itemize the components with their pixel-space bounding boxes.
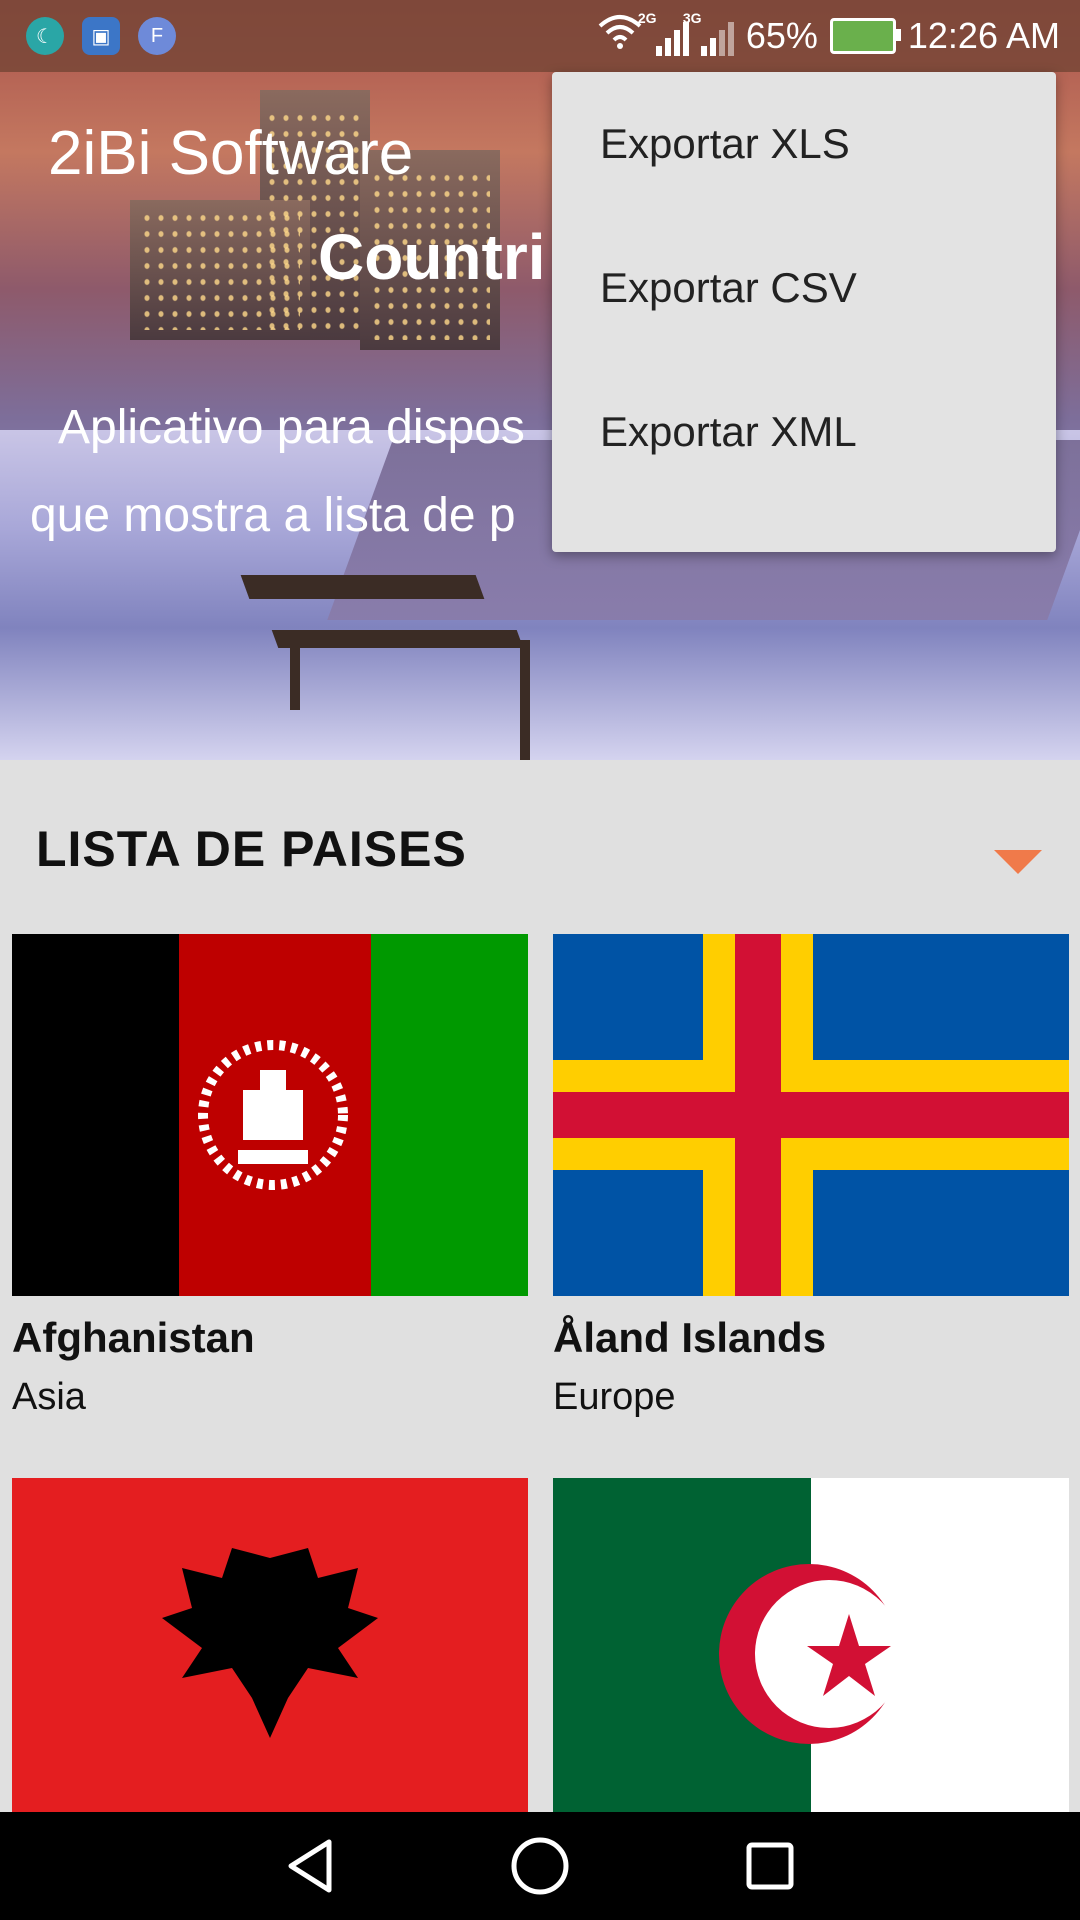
- section-title: LISTA DE PAISES: [36, 821, 467, 877]
- back-icon[interactable]: [280, 1836, 340, 1896]
- eagle-icon: [162, 1548, 378, 1738]
- menu-item-export-xml[interactable]: Exportar XML: [552, 360, 1056, 504]
- battery-icon: [829, 18, 901, 54]
- country-name: Åland Islands: [553, 1314, 827, 1361]
- country-card[interactable]: Afghanistan Asia: [12, 934, 528, 1419]
- clock: 12:26 AM: [907, 15, 1060, 56]
- app-title: 2iBi Software: [48, 119, 414, 188]
- country-card[interactable]: [553, 1478, 1069, 1812]
- bench: [271, 630, 524, 648]
- signal-icon: 3G: [683, 10, 734, 56]
- flag-afghanistan: [12, 934, 528, 1296]
- crescent-star-icon: [719, 1564, 899, 1744]
- status-bar: ☾ ▣ F 2G 3G 65% 12:26 AM: [0, 0, 1080, 72]
- dropdown-arrow-icon[interactable]: [994, 850, 1042, 874]
- flag-algeria: [553, 1478, 1069, 1812]
- flag-aland: [553, 934, 1069, 1296]
- export-menu: Exportar XLS Exportar CSV Exportar XML: [552, 72, 1056, 552]
- section-header: LISTA DE PAISES: [0, 760, 1080, 930]
- navigation-bar: [0, 1812, 1080, 1920]
- recents-icon[interactable]: [740, 1836, 800, 1896]
- battery-percent: 65%: [745, 15, 818, 56]
- app-description-line1: Aplicativo para dispos: [58, 401, 525, 454]
- bench: [240, 575, 485, 599]
- flag-albania: [12, 1478, 528, 1812]
- app-description-line2: que mostra a lista de p: [30, 489, 516, 542]
- menu-item-export-xls[interactable]: Exportar XLS: [552, 72, 1056, 216]
- country-card[interactable]: [12, 1478, 528, 1812]
- wifi-icon: [596, 14, 644, 59]
- country-card[interactable]: Åland Islands Europe: [553, 934, 1069, 1419]
- bench: [520, 640, 530, 760]
- country-name: Afghanistan: [12, 1314, 255, 1361]
- moon-icon: ☾: [26, 17, 64, 55]
- home-icon[interactable]: [510, 1836, 570, 1896]
- country-region: Asia: [12, 1376, 86, 1418]
- country-region: Europe: [553, 1376, 676, 1418]
- bench: [290, 640, 300, 710]
- emblem-icon: [198, 1040, 348, 1190]
- menu-item-export-csv[interactable]: Exportar CSV: [552, 216, 1056, 360]
- image-icon: ▣: [82, 17, 120, 55]
- f-app-icon: F: [138, 17, 176, 55]
- app-subtitle: Countri: [318, 221, 546, 293]
